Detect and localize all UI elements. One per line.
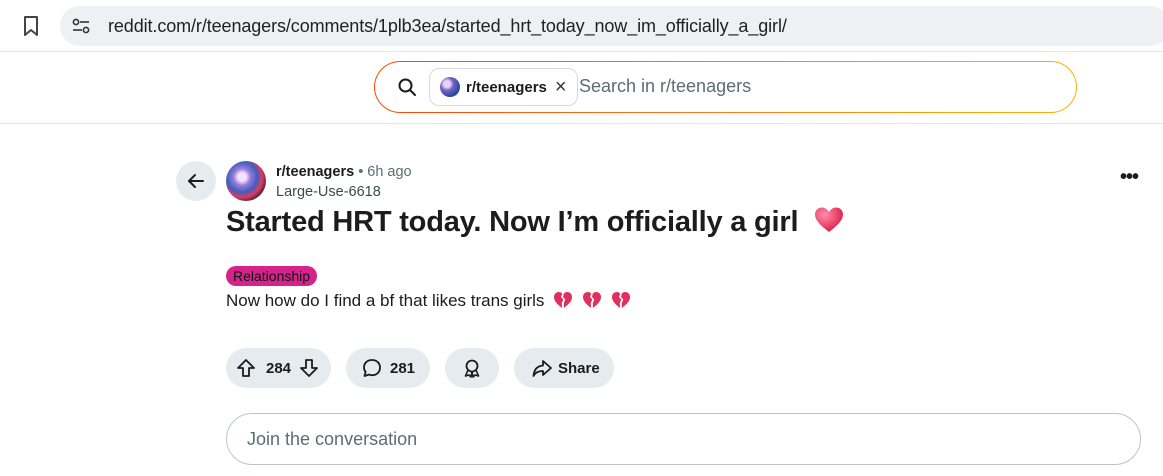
bookmark-icon[interactable] bbox=[22, 15, 40, 37]
comment-box[interactable] bbox=[226, 413, 1141, 465]
meta-separator: • bbox=[358, 164, 364, 180]
award-icon bbox=[464, 359, 480, 378]
back-arrow-icon bbox=[188, 174, 204, 188]
award-button[interactable] bbox=[445, 348, 499, 388]
back-button[interactable] bbox=[176, 161, 216, 201]
post-time: 6h ago bbox=[367, 164, 412, 180]
search-bar[interactable]: r/teenagers × bbox=[374, 61, 1077, 113]
comment-icon bbox=[363, 359, 381, 377]
community-chip-label: r/teenagers bbox=[466, 78, 547, 96]
author-link[interactable]: Large-Use-6618 bbox=[276, 184, 381, 200]
share-icon bbox=[532, 360, 552, 377]
vote-count: 284 bbox=[266, 359, 292, 377]
downvote-icon[interactable] bbox=[299, 358, 319, 378]
broken-heart-icon bbox=[582, 292, 601, 308]
community-filter-chip[interactable]: r/teenagers × bbox=[429, 68, 578, 106]
post-body: Now how do I find a bf that likes trans … bbox=[226, 291, 631, 311]
url-text[interactable]: reddit.com/r/teenagers/comments/1plb3ea/… bbox=[108, 16, 787, 37]
vote-control: 284 bbox=[226, 348, 331, 388]
post-title-text: Started HRT today. Now I’m officially a … bbox=[226, 206, 799, 238]
site-settings-icon[interactable] bbox=[72, 18, 90, 34]
broken-heart-icon bbox=[611, 292, 630, 308]
search-input[interactable] bbox=[579, 76, 1039, 97]
close-icon[interactable]: × bbox=[555, 77, 567, 97]
subreddit-link[interactable]: r/teenagers bbox=[276, 164, 354, 180]
search-icon bbox=[398, 78, 416, 96]
community-avatar bbox=[440, 77, 460, 97]
subreddit-avatar[interactable] bbox=[226, 161, 266, 201]
broken-heart-icon bbox=[554, 292, 573, 308]
browser-address-bar: reddit.com/r/teenagers/comments/1plb3ea/… bbox=[0, 0, 1163, 52]
comment-input[interactable] bbox=[247, 429, 1107, 450]
upvote-icon[interactable] bbox=[236, 358, 256, 378]
more-options-button[interactable]: ••• bbox=[1114, 167, 1144, 192]
comment-count: 281 bbox=[390, 359, 416, 377]
reddit-header: r/teenagers × bbox=[0, 52, 1163, 124]
post-flair[interactable]: Relationship bbox=[226, 266, 318, 286]
post-title: Started HRT today. Now I’m officially a … bbox=[226, 206, 844, 239]
url-bar[interactable]: reddit.com/r/teenagers/comments/1plb3ea/… bbox=[60, 6, 1163, 46]
share-button[interactable]: Share bbox=[514, 348, 614, 388]
heart-icon bbox=[815, 207, 844, 232]
comments-button[interactable]: 281 bbox=[346, 348, 430, 388]
share-label: Share bbox=[558, 359, 600, 377]
post-meta: r/teenagers • 6h ago bbox=[276, 164, 412, 180]
post-body-text: Now how do I find a bf that likes trans … bbox=[226, 291, 545, 310]
